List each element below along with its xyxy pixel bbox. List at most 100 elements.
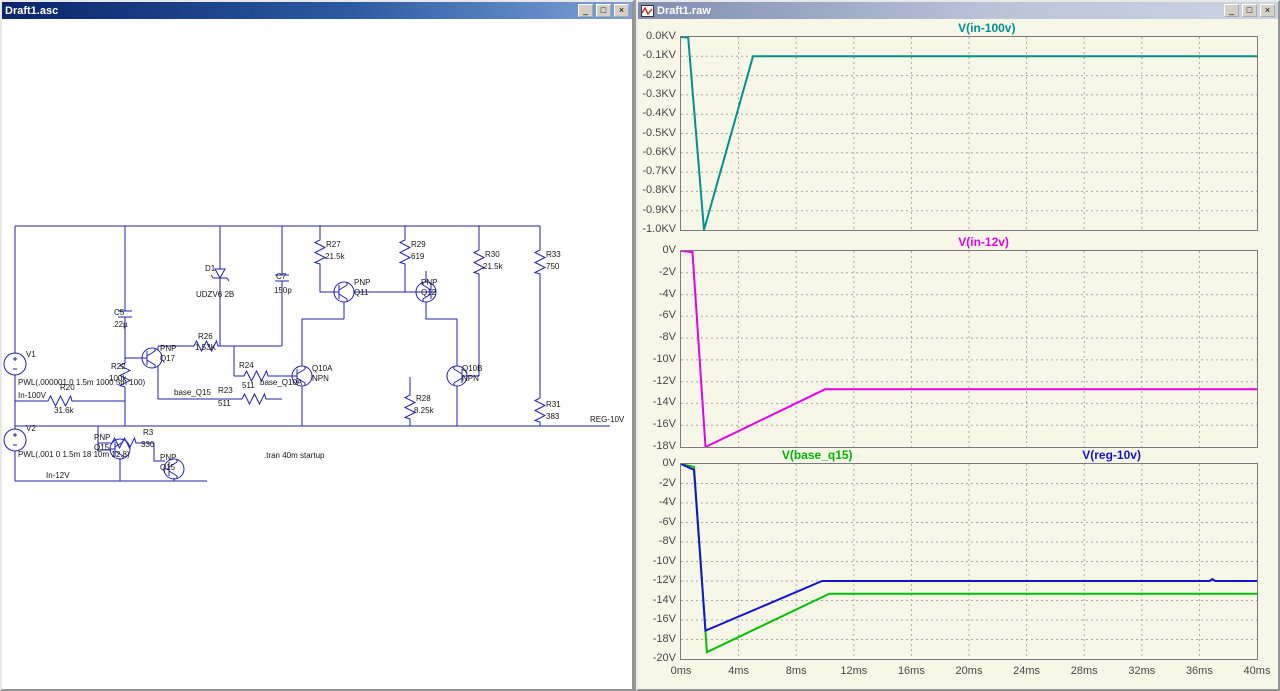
plot-pane-in-100v: V(in-100v) 0.0KV -0.1KV -0.2KV -0.3KV -0.4KV… xyxy=(638,21,1278,235)
y-tick-label: -0.2KV xyxy=(642,68,676,81)
y-tick-label: 0.0KV xyxy=(646,30,676,42)
x-tick-label: 16ms xyxy=(897,665,925,677)
schematic-label: Q11 xyxy=(354,288,369,297)
schematic-label: In-12V xyxy=(46,471,70,480)
y-tick-label: -2V xyxy=(658,476,676,489)
y-tick-label: -8V xyxy=(658,535,676,547)
minimize-button[interactable]: _ xyxy=(578,4,593,17)
schematic-label: 511 xyxy=(242,381,255,390)
schematic-label: R29 xyxy=(411,240,426,249)
transistor-q11[interactable] xyxy=(333,281,355,303)
schematic-label: R33 xyxy=(546,250,561,259)
trace-title[interactable]: V(in-100v) xyxy=(958,21,1015,35)
x-tick-label: 0ms xyxy=(670,665,692,677)
schematic-label: Q15 xyxy=(94,443,110,452)
schematic-label: PWL(,001 0 1.5m 18 10m 12.8) xyxy=(18,450,130,459)
schematic-label: PNP xyxy=(160,344,176,353)
schematic-canvas[interactable]: V1 PWL(,000001 0 1.5m 1000 5m 100) In-100V… xyxy=(2,19,632,689)
trace-base_q15[interactable] xyxy=(680,463,1257,654)
x-tick-label: 20ms xyxy=(955,665,983,677)
x-tick-label: 24ms xyxy=(1013,665,1041,677)
plot-grid[interactable] xyxy=(680,36,1258,231)
schematic-label: PNP xyxy=(421,278,437,287)
resistor-r23[interactable] xyxy=(237,393,271,405)
schematic-label: 383 xyxy=(546,412,560,421)
resistor-r33[interactable] xyxy=(534,245,546,279)
y-tick-label: -0.9KV xyxy=(642,203,676,216)
resistor-r29[interactable] xyxy=(399,235,411,269)
schematic-label: 330 xyxy=(141,440,155,449)
schematic-label: .22µ xyxy=(112,320,128,329)
schematic-label: PNP xyxy=(94,433,110,442)
trace-title[interactable]: V(base_q15) xyxy=(782,448,853,462)
y-tick-label: -10V xyxy=(652,554,676,567)
waveform-window-titlebar[interactable]: Draft1.raw _ □ × xyxy=(638,2,1278,19)
schematic-label: NPN xyxy=(462,374,479,383)
plot-pane-in-12v: V(in-12v) 0V -2V -4V -6V -8V -10V -12V -14V -16V… xyxy=(638,235,1278,452)
y-tick-label: -0.7KV xyxy=(642,165,676,178)
schematic-label: Q15 xyxy=(160,463,176,472)
trace-title[interactable]: V(in-12v) xyxy=(958,235,1009,249)
x-tick-label: 4ms xyxy=(728,665,749,677)
x-tick-label: 12ms xyxy=(840,665,868,677)
restore-button[interactable]: □ xyxy=(1242,4,1257,17)
schematic-label: Q17 xyxy=(160,354,176,363)
minimize-button[interactable]: _ xyxy=(1224,4,1239,17)
y-tick-label: -6V xyxy=(658,309,676,322)
x-tick-label: 32ms xyxy=(1128,665,1156,677)
schematic-label: 8.25k xyxy=(414,406,435,415)
schematic-label: V2 xyxy=(26,424,36,433)
source-v1[interactable] xyxy=(3,352,27,376)
source-v2[interactable] xyxy=(3,428,27,452)
plot-grid-svg[interactable] xyxy=(680,36,1257,231)
y-tick-label: -0.3KV xyxy=(642,87,676,100)
y-tick-label: -0.6KV xyxy=(642,145,676,158)
resistor-r20[interactable] xyxy=(43,395,77,407)
window-title: Draft1.asc xyxy=(5,4,59,17)
close-button[interactable]: × xyxy=(1260,4,1275,17)
schematic-label: PNP xyxy=(354,278,370,287)
schematic-label: NPN xyxy=(312,374,329,383)
schematic-window-titlebar[interactable]: Draft1.asc _ □ × xyxy=(2,2,632,19)
plot-pane-titles: V(base_q15) V(reg-10v) xyxy=(638,448,1278,463)
schematic-label: 21.5k xyxy=(325,252,346,261)
y-tick-label: -12V xyxy=(652,374,676,387)
close-button[interactable]: × xyxy=(614,4,629,17)
trace-title[interactable]: V(reg-10v) xyxy=(1082,448,1141,462)
schematic-label: D1 xyxy=(205,264,216,273)
schematic-label: 511 xyxy=(218,399,231,408)
y-axis-labels: 0.0KV -0.1KV -0.2KV -0.3KV -0.4KV -0.5KV -0.6K… xyxy=(638,30,680,235)
plot-grid-svg[interactable] xyxy=(680,463,1257,659)
schematic-label: R28 xyxy=(416,394,431,403)
resistor-r31[interactable] xyxy=(534,393,546,427)
y-tick-label: -12V xyxy=(652,574,676,586)
x-tick-label: 28ms xyxy=(1070,665,1098,677)
schematic-label: C5 xyxy=(114,308,125,317)
schematic-label: UDZV6 2B xyxy=(196,290,234,299)
schematic-label: R27 xyxy=(326,240,341,249)
plot-grid[interactable] xyxy=(680,250,1258,449)
schematic-label: .tran 40m startup xyxy=(264,451,325,460)
x-tick-label: 36ms xyxy=(1185,665,1213,677)
schematic-label: Q10B xyxy=(462,364,482,373)
y-axis-labels: 0V -2V -4V -6V -8V -10V -12V -14V -16V -18V xyxy=(638,244,680,452)
schematic-label: R23 xyxy=(218,386,233,395)
restore-button[interactable]: □ xyxy=(596,4,611,17)
resistor-r27[interactable] xyxy=(314,235,326,269)
schematic-label: REG-10V xyxy=(590,415,625,424)
waveform-window: Draft1.raw _ □ × V(in-100v) 0.0KV -0.1KV -… xyxy=(636,0,1280,691)
x-tick-label: 8ms xyxy=(785,665,807,677)
schematic-label: R30 xyxy=(485,250,500,259)
transistor-q17[interactable] xyxy=(141,347,163,369)
schematic-label: R3 xyxy=(143,428,154,437)
schematic-label: C7 xyxy=(276,272,287,281)
schematic-label: base_Q15 xyxy=(174,388,211,397)
y-axis-labels: 0V -2V -4V -6V -8V -10V -12V -14V -16V -18V -20V xyxy=(638,457,680,664)
schematic-label: R26 xyxy=(198,332,213,341)
schematic-label: R31 xyxy=(546,400,561,409)
plot-grid-svg[interactable] xyxy=(680,250,1257,449)
y-tick-label: -8V xyxy=(658,331,676,344)
plot-grid[interactable] xyxy=(680,463,1258,660)
plot-pane-titles: V(in-12v) xyxy=(638,235,1278,250)
schematic-label: R24 xyxy=(239,361,254,370)
